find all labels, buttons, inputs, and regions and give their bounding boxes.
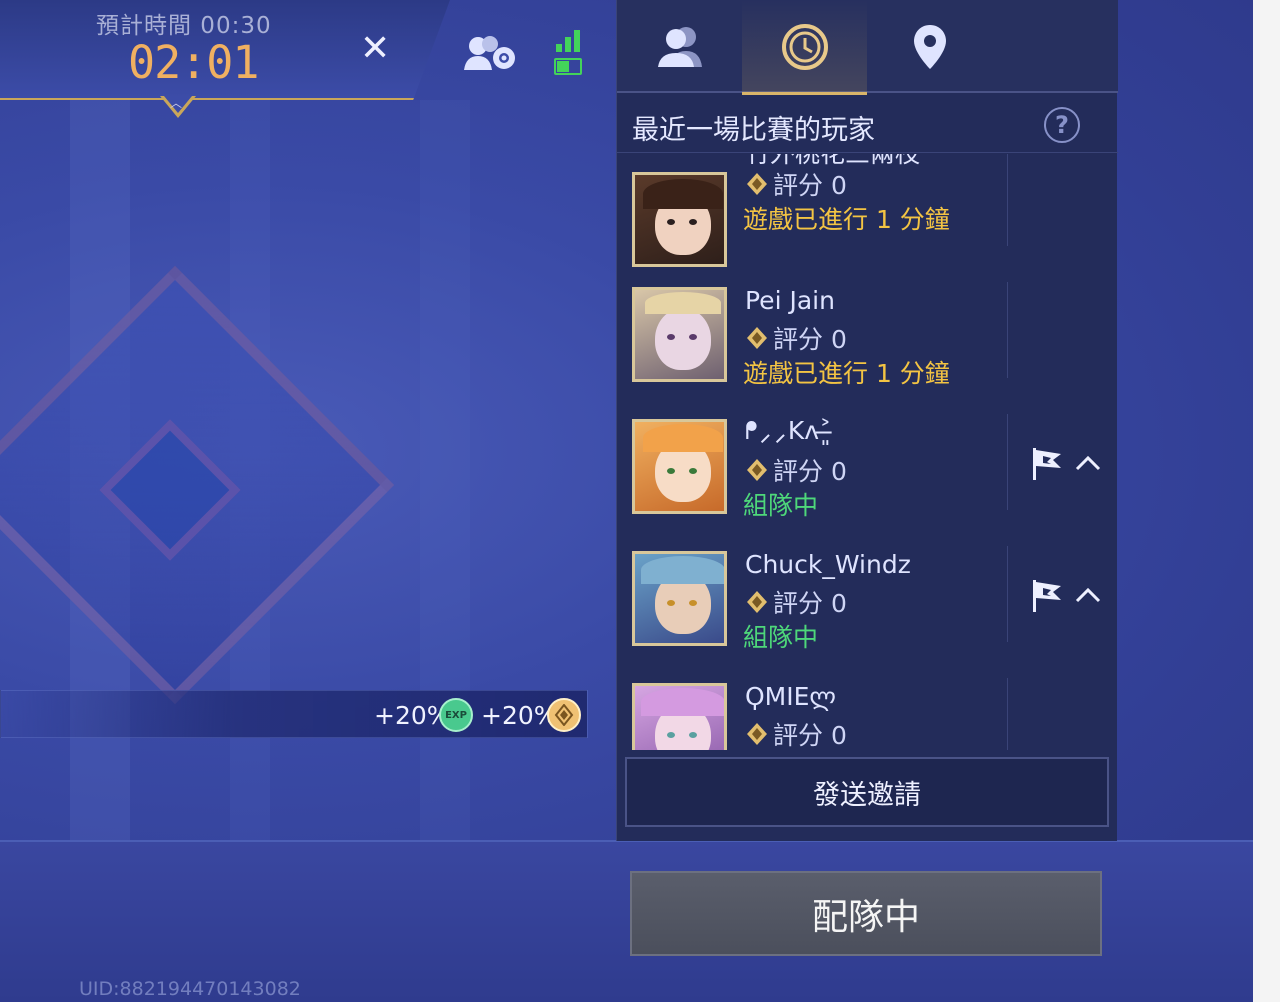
rank-icon [747,591,767,613]
player-name: Pei Jain [745,286,835,315]
location-icon [913,24,946,69]
player-score: 評分 0 [745,166,847,202]
chevron-up-icon[interactable] [1074,454,1102,476]
row-divider [1007,414,1008,510]
player-name: ϘMIEლ [745,682,837,711]
cancel-match-button[interactable]: ✕ [360,28,390,69]
tab-friends[interactable] [617,0,742,93]
row-divider [1007,546,1008,642]
player-row[interactable]: ϘMIEლ 評分 0 [617,660,1118,750]
player-name: Chuck_Windz [745,550,911,579]
bonus-bar: +20% EXP +20% [0,690,588,738]
player-row[interactable]: ᖰ⸝⸝Kʌ˃̶͈ 評分 0 組隊中 [617,396,1118,528]
player-avatar [632,419,727,514]
player-score: 評分 0 [745,452,847,488]
send-invite-button[interactable]: 發送邀請 [625,757,1109,827]
row-divider [1007,154,1008,246]
player-list[interactable]: 竹外桃花三兩枝 評分 0 遊戲已進行 1 分鐘 Pei Jain 評分 0 遊戲… [617,154,1118,750]
player-avatar [632,551,727,646]
player-status: 組隊中 [743,491,819,520]
player-name: ᖰ⸝⸝Kʌ˃̶͈ [745,416,832,445]
player-avatar [632,287,727,382]
row-divider [1007,678,1008,750]
tab-recent[interactable] [742,0,867,95]
player-row[interactable]: Pei Jain 評分 0 遊戲已進行 1 分鐘 [617,264,1118,396]
player-score: 評分 0 [745,320,847,356]
player-row[interactable]: Chuck_Windz 評分 0 組隊中 [617,528,1118,660]
signal-icon [556,28,582,52]
elapsed-time: 02:01 [128,36,259,89]
screen-edge [1253,0,1280,1002]
rank-icon [747,173,767,195]
rank-icon [747,459,767,481]
coin-icon [547,698,581,732]
player-score: 評分 0 [745,716,847,750]
tab-nearby[interactable] [867,0,992,93]
panel-title: 最近一場比賽的玩家 [632,115,875,146]
player-avatar [632,172,727,267]
row-divider [1007,282,1008,378]
player-status: 遊戲已進行 1 分鐘 [743,359,950,388]
matching-button[interactable]: 配隊中 [630,871,1102,956]
exp-icon: EXP [439,698,473,732]
invite-panel: 最近一場比賽的玩家 ? 竹外桃花三兩枝 評分 0 遊戲已進行 1 分鐘 [616,0,1118,841]
estimated-time: 預計時間 00:30 [96,13,272,39]
user-id: UID:882194470143082 [79,978,301,1000]
chevron-up-icon: ︿ [170,96,183,110]
flag-icon[interactable] [1031,578,1065,618]
panel-header: 最近一場比賽的玩家 ? [617,95,1118,153]
friends-icon [657,26,702,67]
chevron-up-icon[interactable] [1074,586,1102,608]
battery-icon [554,58,582,75]
rank-icon [747,327,767,349]
player-avatar [632,683,727,750]
player-status: 組隊中 [743,623,819,652]
player-score: 評分 0 [745,584,847,620]
panel-tabs [617,0,1118,95]
recent-history-icon [781,23,828,70]
player-status: 遊戲已進行 1 分鐘 [743,205,950,234]
help-button[interactable]: ? [1044,107,1080,143]
flag-icon[interactable] [1031,446,1065,486]
rank-icon [747,723,767,745]
friends-settings-icon[interactable] [460,34,520,78]
player-row[interactable]: 竹外桃花三兩枝 評分 0 遊戲已進行 1 分鐘 [617,154,1118,267]
